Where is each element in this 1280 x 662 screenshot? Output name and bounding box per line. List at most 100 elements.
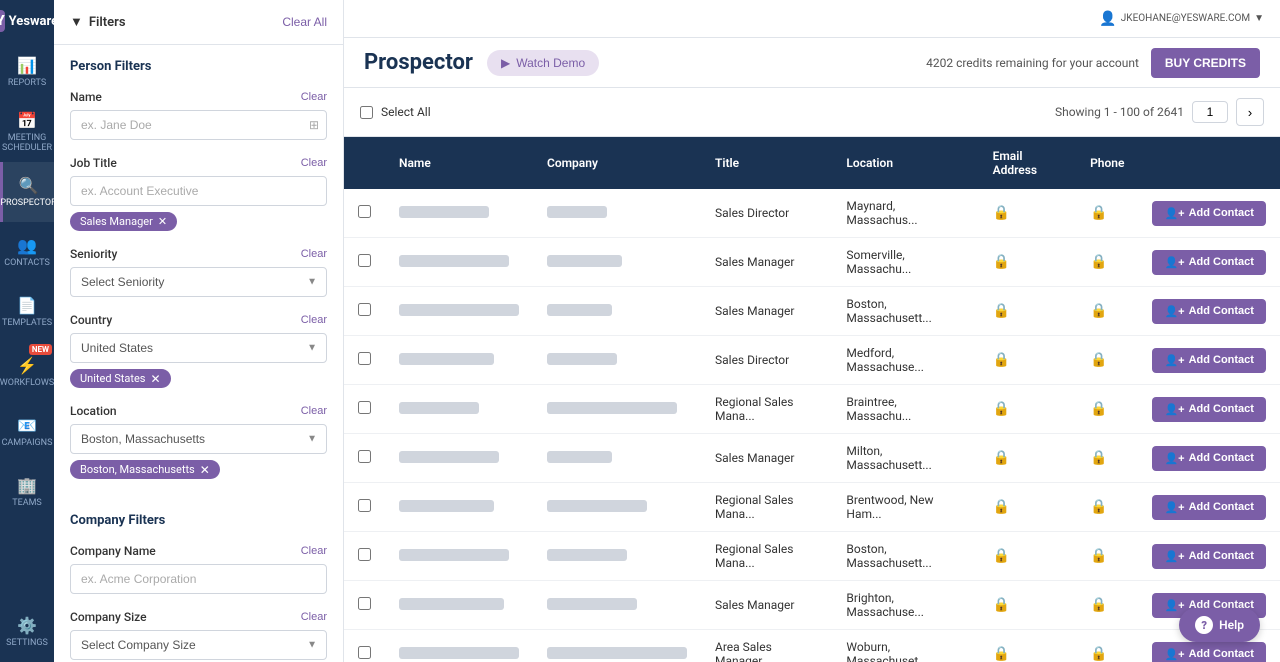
name-cell — [385, 483, 533, 532]
page-title: Prospector — [364, 50, 473, 75]
add-contact-button[interactable]: 👤+ Add Contact — [1152, 201, 1266, 226]
sidebar-item-prospector[interactable]: 🔍 PROSPECTOR — [0, 162, 54, 222]
name-blurred — [399, 255, 509, 267]
sidebar-item-templates[interactable]: 📄 TEMPLATES — [0, 282, 54, 342]
th-title: Title — [701, 137, 832, 189]
row-checkbox[interactable] — [358, 303, 371, 316]
row-checkbox-cell — [344, 238, 385, 287]
country-tag-container: United States ✕ — [70, 363, 327, 388]
row-checkbox[interactable] — [358, 352, 371, 365]
row-checkbox[interactable] — [358, 254, 371, 267]
add-contact-button[interactable]: 👤+ Add Contact — [1152, 299, 1266, 324]
prospector-icon: 🔍 — [19, 176, 39, 195]
location-cell: Woburn, Massachuset... — [832, 630, 978, 662]
country-select[interactable]: United States — [70, 333, 327, 363]
email-cell: 🔒 — [979, 287, 1077, 336]
seniority-select[interactable]: Select Seniority — [70, 267, 327, 297]
seniority-label-row: Seniority Clear — [70, 247, 327, 261]
add-contact-button[interactable]: 👤+ Add Contact — [1152, 250, 1266, 275]
title-cell: Sales Director — [701, 336, 832, 385]
help-label: Help — [1219, 618, 1244, 632]
phone-lock-icon: 🔒 — [1090, 597, 1107, 613]
sidebar-item-contacts[interactable]: 👥 CONTACTS — [0, 222, 54, 282]
row-checkbox[interactable] — [358, 548, 371, 561]
add-contact-button[interactable]: 👤+ Add Contact — [1152, 397, 1266, 422]
row-checkbox[interactable] — [358, 450, 371, 463]
row-checkbox[interactable] — [358, 499, 371, 512]
company-name-input[interactable] — [70, 564, 327, 594]
tag-remove-icon[interactable]: ✕ — [150, 373, 160, 385]
location-label: Location — [70, 404, 117, 418]
page-input[interactable] — [1192, 101, 1228, 123]
location-select-wrapper: Boston, Massachusetts ▼ — [70, 424, 327, 454]
teams-icon: 🏢 — [17, 476, 37, 495]
email-lock-icon: 🔒 — [993, 646, 1010, 662]
email-cell: 🔒 — [979, 532, 1077, 581]
watch-demo-button[interactable]: ▶ Watch Demo — [487, 50, 599, 76]
company-blurred — [547, 500, 647, 512]
phone-cell: 🔒 — [1076, 434, 1138, 483]
company-name-label-row: Company Name Clear — [70, 544, 327, 558]
add-contact-button[interactable]: 👤+ Add Contact — [1152, 544, 1266, 569]
email-lock-icon: 🔒 — [993, 499, 1010, 515]
name-cell — [385, 532, 533, 581]
clear-all-button[interactable]: Clear All — [282, 15, 327, 29]
campaigns-icon: 📧 — [17, 416, 37, 435]
filter-funnel-icon: ▼ — [70, 14, 83, 30]
buy-credits-button[interactable]: BUY CREDITS — [1151, 48, 1260, 78]
row-checkbox[interactable] — [358, 646, 371, 659]
person-filters-title: Person Filters — [54, 45, 343, 82]
select-all-label[interactable]: Select All — [360, 105, 431, 119]
tag-remove-icon[interactable]: ✕ — [158, 215, 167, 228]
add-contact-icon: 👤+ — [1164, 354, 1184, 367]
meeting-scheduler-icon: 📅 — [17, 111, 37, 130]
user-dropdown-icon[interactable]: ▼ — [1254, 13, 1264, 24]
name-clear-button[interactable]: Clear — [301, 91, 327, 103]
job-title-tag: Sales Manager ✕ — [70, 206, 327, 231]
sidebar-item-settings[interactable]: ⚙️ SETTINGS — [0, 602, 54, 662]
name-input[interactable] — [70, 110, 327, 140]
workflows-new-badge: NEW — [29, 344, 52, 355]
company-size-select[interactable]: Select Company Size — [70, 630, 327, 660]
company-name-clear-button[interactable]: Clear — [301, 545, 327, 557]
sidebar-item-workflows[interactable]: ⚡ WORKFLOWS NEW — [0, 342, 54, 402]
phone-lock-icon: 🔒 — [1090, 254, 1107, 270]
sidebar-item-teams[interactable]: 🏢 TEAMS — [0, 462, 54, 522]
help-fab[interactable]: ? Help — [1179, 608, 1260, 642]
phone-cell: 🔒 — [1076, 581, 1138, 630]
location-clear-button[interactable]: Clear — [301, 405, 327, 417]
email-lock-icon: 🔒 — [993, 303, 1010, 319]
name-blurred — [399, 206, 489, 218]
select-all-checkbox[interactable] — [360, 106, 373, 119]
sidebar-item-meeting-scheduler[interactable]: 📅 MEETING SCHEDULER — [0, 102, 54, 162]
row-checkbox[interactable] — [358, 401, 371, 414]
seniority-clear-button[interactable]: Clear — [301, 248, 327, 260]
add-contact-button[interactable]: 👤+ Add Contact — [1152, 642, 1266, 662]
add-contact-icon: 👤+ — [1164, 550, 1184, 563]
email-lock-icon: 🔒 — [993, 597, 1010, 613]
add-contact-button[interactable]: 👤+ Add Contact — [1152, 446, 1266, 471]
next-page-button[interactable]: › — [1236, 98, 1264, 126]
add-contact-button[interactable]: 👤+ Add Contact — [1152, 495, 1266, 520]
seniority-label: Seniority — [70, 247, 117, 261]
location-select[interactable]: Boston, Massachusetts — [70, 424, 327, 454]
row-checkbox[interactable] — [358, 205, 371, 218]
title-cell: Sales Manager — [701, 238, 832, 287]
row-checkbox-cell — [344, 483, 385, 532]
job-title-input[interactable] — [70, 176, 327, 206]
settings-icon: ⚙️ — [17, 616, 37, 635]
reports-icon: 📊 — [17, 56, 37, 75]
location-label-row: Location Clear — [70, 404, 327, 418]
row-checkbox[interactable] — [358, 597, 371, 610]
job-title-clear-button[interactable]: Clear — [301, 157, 327, 169]
company-size-clear-button[interactable]: Clear — [301, 611, 327, 623]
sidebar-item-label: REPORTS — [8, 79, 46, 89]
add-contact-button[interactable]: 👤+ Add Contact — [1152, 348, 1266, 373]
country-clear-button[interactable]: Clear — [301, 314, 327, 326]
sidebar-item-reports[interactable]: 📊 REPORTS — [0, 42, 54, 102]
sidebar-item-campaigns[interactable]: 📧 CAMPAIGNS — [0, 402, 54, 462]
tag-remove-icon[interactable]: ✕ — [200, 464, 210, 476]
name-filter-group: Name Clear ⊞ — [54, 82, 343, 148]
credits-text: 4202 credits remaining for your account — [926, 56, 1139, 70]
sidebar-item-label: CAMPAIGNS — [2, 439, 53, 449]
